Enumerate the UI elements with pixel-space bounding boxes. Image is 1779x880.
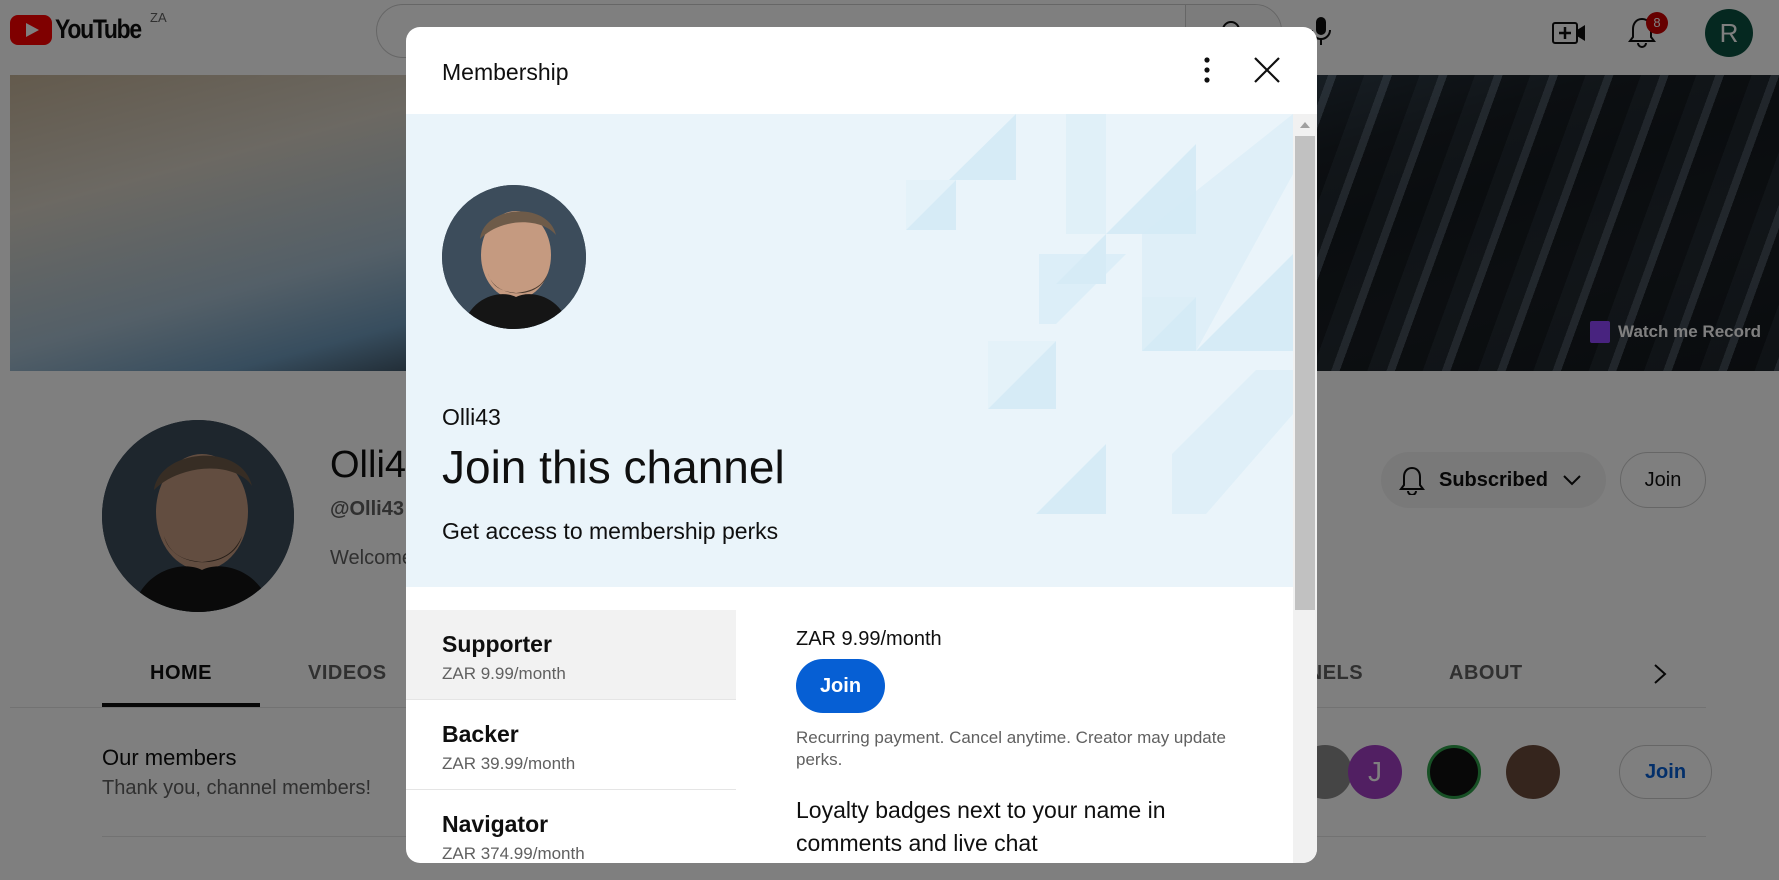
tier-navigator[interactable]: Navigator ZAR 374.99/month: [406, 790, 736, 863]
tier-price: ZAR 39.99/month: [442, 754, 576, 773]
hero-avatar-portrait: [442, 185, 586, 329]
scroll-up-arrow-icon[interactable]: [1300, 122, 1310, 128]
tier-join-button[interactable]: Join: [796, 659, 885, 713]
dialog-header: Membership: [406, 27, 1317, 114]
membership-dialog: Membership Olli43 Join this channel Get …: [406, 27, 1317, 863]
tier-supporter[interactable]: Supporter ZAR 9.99/month: [406, 610, 736, 700]
tier-name: Backer: [442, 721, 519, 747]
dialog-content[interactable]: Olli43 Join this channel Get access to m…: [406, 114, 1317, 863]
dialog-scrollbar[interactable]: [1293, 114, 1317, 863]
hero-title: Join this channel: [442, 441, 785, 493]
tier-price: ZAR 374.99/month: [442, 844, 585, 863]
membership-hero: Olli43 Join this channel Get access to m…: [406, 114, 1293, 587]
tier-backer[interactable]: Backer ZAR 39.99/month: [406, 700, 736, 790]
tier-name: Navigator: [442, 811, 549, 837]
hero-decoration: [906, 114, 1293, 514]
payment-note: Recurring payment. Cancel anytime. Creat…: [796, 728, 1226, 769]
perk-loyalty-badges: Loyalty badges next to your name in comm…: [796, 797, 1166, 856]
scrollbar-thumb[interactable]: [1295, 136, 1315, 610]
selected-tier-price: ZAR 9.99/month: [796, 628, 942, 650]
hero-channel-avatar: [442, 185, 586, 329]
hero-channel-name: Olli43: [442, 404, 501, 430]
tier-name: Supporter: [442, 631, 552, 657]
close-icon[interactable]: [1249, 52, 1285, 88]
hero-subtitle: Get access to membership perks: [442, 518, 779, 544]
tier-price: ZAR 9.99/month: [442, 664, 566, 683]
more-options-icon[interactable]: [1200, 55, 1214, 85]
dialog-title: Membership: [442, 59, 569, 85]
